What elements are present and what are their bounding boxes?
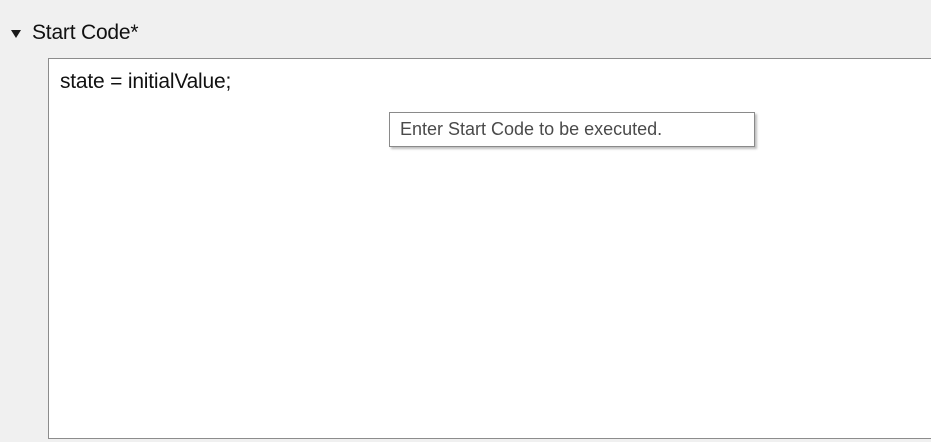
- section-header-start-code[interactable]: Start Code*: [11, 20, 139, 46]
- section-title: Start Code*: [32, 21, 139, 44]
- caret-down-icon[interactable]: [11, 29, 21, 38]
- code-text[interactable]: state = initialValue;: [60, 70, 231, 94]
- tooltip: Enter Start Code to be executed.: [389, 112, 755, 147]
